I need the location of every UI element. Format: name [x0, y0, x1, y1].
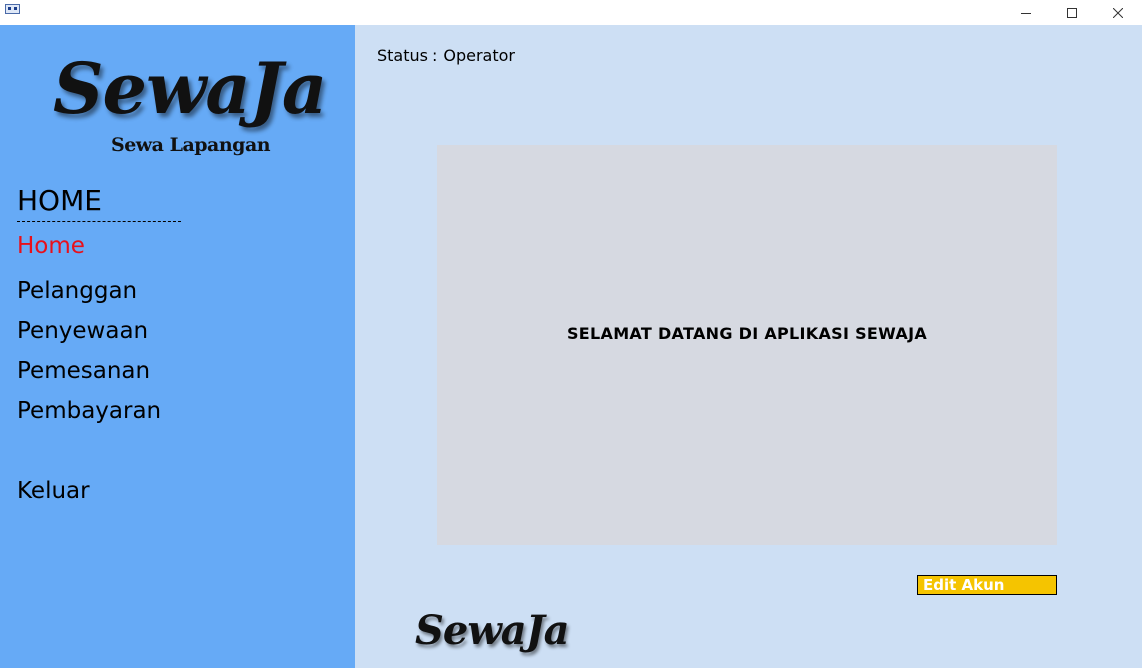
- sewaja-logo: SewaJa Sewa Lapangan: [45, 47, 327, 167]
- maximize-button[interactable]: [1049, 0, 1095, 25]
- close-icon: [1113, 7, 1123, 18]
- sidebar: SewaJa Sewa Lapangan HOME Home Pelanggan…: [0, 25, 355, 668]
- logo-wordmark: SewaJa: [53, 47, 327, 130]
- sidebar-item-home[interactable]: Home: [17, 231, 85, 261]
- app-icon: [5, 4, 20, 14]
- maximize-icon: [1067, 7, 1077, 18]
- nav-divider: [17, 221, 181, 222]
- sidebar-item-keluar[interactable]: Keluar: [17, 476, 90, 506]
- logo-subtitle: Sewa Lapangan: [111, 134, 271, 156]
- edit-account-button[interactable]: Edit Akun: [917, 575, 1057, 595]
- welcome-panel: SELAMAT DATANG DI APLIKASI SEWAJA: [437, 145, 1057, 545]
- sidebar-item-pembayaran[interactable]: Pembayaran: [17, 396, 161, 426]
- sidebar-item-pemesanan[interactable]: Pemesanan: [17, 356, 150, 386]
- main-content: Status: Operator SELAMAT DATANG DI APLIKA…: [355, 25, 1142, 668]
- status-line: Status: Operator: [377, 45, 515, 67]
- status-value: Operator: [443, 46, 515, 65]
- minimize-button[interactable]: [1003, 0, 1049, 25]
- title-bar: [0, 0, 1142, 25]
- close-button[interactable]: [1095, 0, 1141, 25]
- sidebar-item-penyewaan[interactable]: Penyewaan: [17, 316, 148, 346]
- status-label: Status: [377, 46, 428, 65]
- footer-logo: SewaJa: [415, 607, 570, 654]
- welcome-message: SELAMAT DATANG DI APLIKASI SEWAJA: [566, 324, 928, 343]
- minimize-icon: [1021, 12, 1031, 14]
- sidebar-item-pelanggan[interactable]: Pelanggan: [17, 276, 137, 306]
- nav-section-title: HOME: [17, 184, 102, 217]
- status-separator: :: [431, 46, 438, 65]
